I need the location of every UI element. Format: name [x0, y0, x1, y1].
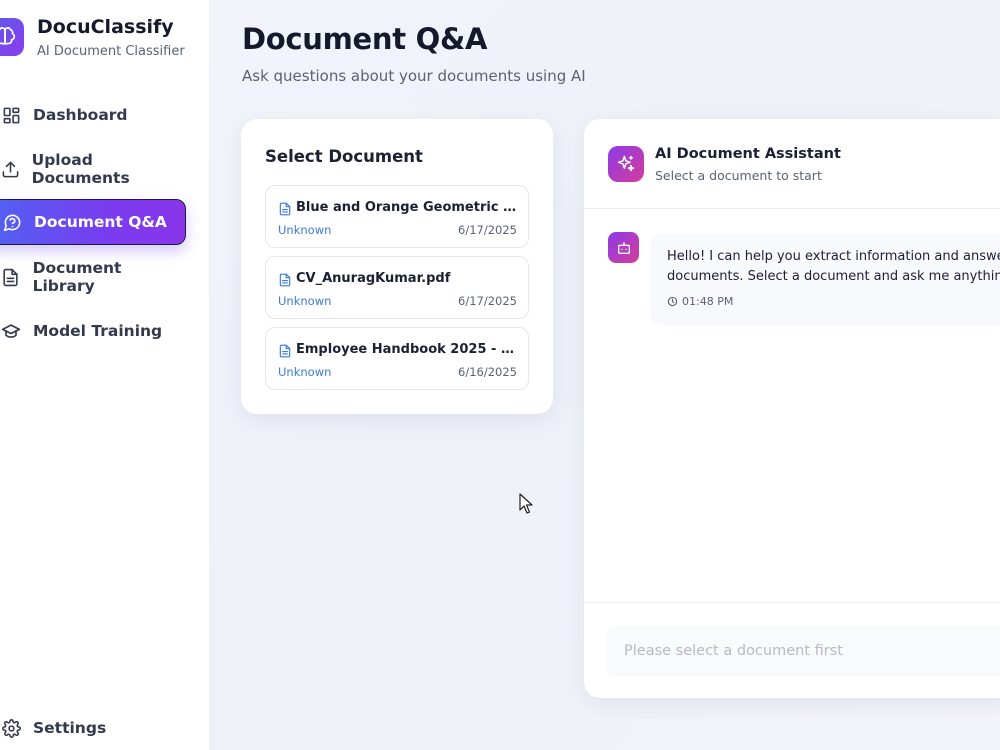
- message-line: Hello! I can help you extract informatio…: [667, 249, 1000, 264]
- brain-icon: [0, 18, 24, 56]
- chat-footer: [584, 602, 1000, 698]
- page-title: Document Q&A: [242, 22, 488, 56]
- document-icon: [0, 266, 22, 288]
- sidebar-item-dashboard[interactable]: Dashboard: [0, 92, 186, 138]
- file-icon: [279, 202, 291, 216]
- document-list-item[interactable]: Blue and Orange Geometric Project Propos…: [265, 185, 529, 248]
- sidebar-item-document-library[interactable]: Document Library: [0, 254, 186, 300]
- clock-icon: [667, 296, 678, 307]
- document-date: 6/17/2025: [458, 294, 517, 308]
- message-line: documents. Select a document and ask me …: [667, 269, 1000, 284]
- select-document-title: Select Document: [265, 147, 423, 166]
- document-name: CV_AnuragKumar.pdf: [296, 271, 451, 286]
- brand: DocuClassify AI Document Classifier: [0, 14, 210, 64]
- assistant-subtitle: Select a document to start: [655, 168, 822, 183]
- document-list-item[interactable]: CV_AnuragKumar.pdf Unknown 6/17/2025: [265, 256, 529, 319]
- brand-subtitle: AI Document Classifier: [37, 44, 185, 59]
- graduation-cap-icon: [0, 320, 22, 342]
- message-timestamp: 01:48 PM: [667, 295, 733, 308]
- sidebar: DocuClassify AI Document Classifier Dash…: [0, 0, 210, 750]
- sidebar-item-settings[interactable]: Settings: [0, 705, 186, 750]
- document-date: 6/16/2025: [458, 365, 517, 379]
- document-date: 6/17/2025: [458, 223, 517, 237]
- mouse-cursor-icon: [519, 493, 533, 514]
- document-name: Employee Handbook 2025 - 26.docx: [296, 342, 521, 357]
- document-list-item[interactable]: Employee Handbook 2025 - 26.docx Unknown…: [265, 327, 529, 390]
- sparkles-icon: [608, 146, 644, 182]
- assistant-message: Hello! I can help you extract informatio…: [650, 233, 1000, 325]
- sidebar-item-label: Document Library: [32, 259, 122, 295]
- message-text: Hello! I can help you extract informatio…: [667, 247, 1000, 287]
- sidebar-item-upload-documents[interactable]: Upload Documents: [0, 146, 186, 192]
- sidebar-item-label: Document Q&A: [34, 213, 167, 231]
- file-icon: [279, 344, 291, 358]
- sidebar-item-label: Dashboard: [33, 106, 128, 124]
- document-category: Unknown: [278, 294, 332, 308]
- assistant-title: AI Document Assistant: [655, 146, 841, 162]
- file-icon: [279, 273, 291, 287]
- sidebar-item-document-qa[interactable]: Document Q&A: [0, 199, 186, 245]
- chat-header: AI Document Assistant Select a document …: [584, 119, 1000, 209]
- chat-question-icon: [1, 211, 23, 233]
- sidebar-item-label: Upload Documents: [31, 151, 130, 187]
- sidebar-item-model-training[interactable]: Model Training: [0, 308, 186, 354]
- select-document-panel: Select Document Blue and Orange Geometri…: [241, 119, 553, 414]
- brand-name: DocuClassify: [37, 16, 174, 38]
- dashboard-icon: [0, 104, 22, 126]
- gear-icon: [0, 717, 22, 739]
- chat-panel: AI Document Assistant Select a document …: [584, 119, 1000, 698]
- document-category: Unknown: [278, 365, 332, 379]
- question-input[interactable]: [606, 626, 1000, 676]
- document-name: Blue and Orange Geometric Project Propos…: [296, 200, 521, 215]
- sidebar-item-label: Settings: [33, 719, 107, 737]
- page-subtitle: Ask questions about your documents using…: [242, 67, 586, 85]
- bot-icon: [608, 232, 639, 263]
- sidebar-item-label: Model Training: [33, 322, 163, 340]
- message-time: 01:48 PM: [682, 295, 734, 308]
- document-category: Unknown: [278, 223, 332, 237]
- upload-icon: [0, 158, 21, 180]
